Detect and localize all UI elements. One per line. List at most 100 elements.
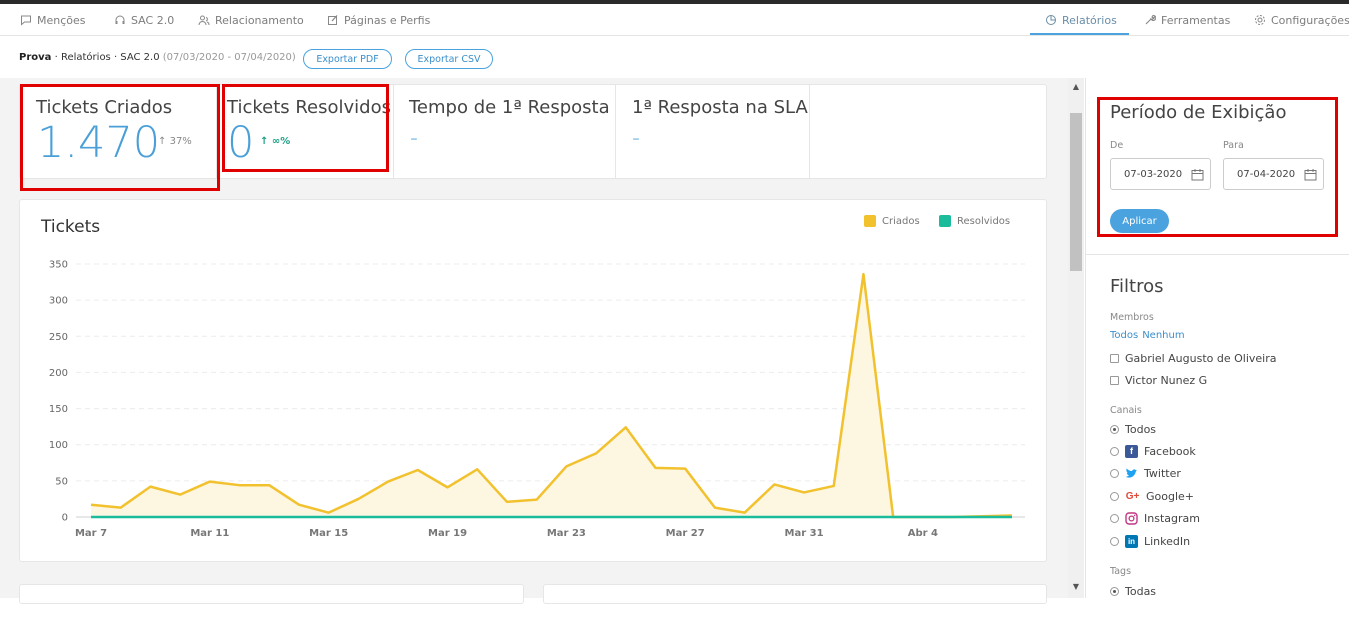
x-tick-label: Mar 7 [75, 528, 107, 539]
radio[interactable] [1110, 424, 1119, 434]
member-option[interactable]: Victor Nunez G [1110, 373, 1207, 387]
channel-option-google-plus[interactable]: G+ Google+ [1110, 489, 1194, 503]
channel-label: Twitter [1144, 466, 1181, 480]
y-tick-label: 300 [49, 296, 68, 307]
tags-label: Tags [1110, 566, 1132, 577]
nav-mencoes-label: Menções [37, 13, 86, 27]
highlight-box [20, 84, 220, 191]
checkbox[interactable] [1110, 353, 1119, 363]
channels-label: Canais [1110, 405, 1142, 416]
tag-label: Todas [1125, 584, 1157, 598]
facebook-icon: f [1125, 444, 1138, 458]
select-all-link[interactable]: Todos [1110, 330, 1138, 341]
scroll-up-arrow-icon[interactable]: ▲ [1071, 82, 1081, 92]
channel-label: Todos [1125, 422, 1157, 436]
x-tick-label: Mar 15 [309, 528, 348, 539]
bottom-card [543, 584, 1047, 604]
scrollbar-thumb[interactable] [1070, 113, 1082, 271]
nav-sac-label: SAC 2.0 [131, 13, 175, 27]
legend-item-criados[interactable]: Criados [864, 215, 920, 227]
channel-option-twitter[interactable]: Twitter [1110, 466, 1181, 480]
legend-label: Criados [882, 215, 920, 227]
y-tick-label: 150 [49, 404, 68, 415]
radio[interactable] [1110, 491, 1119, 501]
legend-swatch [864, 215, 876, 227]
radio[interactable] [1110, 468, 1119, 478]
kpi-title: Tempo de 1ª Resposta [409, 97, 610, 118]
channel-label: LinkedIn [1144, 534, 1191, 548]
x-tick-label: Mar 31 [785, 528, 824, 539]
nav-ferramentas[interactable]: Ferramentas [1144, 4, 1230, 36]
headset-icon [115, 15, 125, 24]
export-csv-button[interactable]: Exportar CSV [405, 49, 493, 69]
export-pdf-button[interactable]: Exportar PDF [303, 49, 392, 69]
breadcrumb-range: (07/03/2020 - 07/04/2020) [162, 52, 296, 63]
chart-title: Tickets [41, 217, 101, 237]
tickets-line-chart: 0 50 100 150 200 250 300 350 Mar 7 Mar 11 Mar 15 Ma… [49, 260, 1025, 539]
nav-ferramentas-label: Ferramentas [1161, 13, 1231, 27]
member-label: Gabriel Augusto de Oliveira [1125, 351, 1277, 365]
kpi-value: - [410, 126, 418, 151]
bottom-card [19, 584, 524, 604]
x-tick-label: Abr 4 [908, 528, 938, 539]
filters-title: Filtros [1110, 276, 1164, 297]
nav-relatorios[interactable]: Relatórios [1045, 4, 1117, 36]
member-option[interactable]: Gabriel Augusto de Oliveira [1110, 351, 1276, 365]
nav-relacionamento[interactable]: Relacionamento [198, 4, 304, 36]
active-tab-indicator [1030, 33, 1129, 35]
chat-icon [21, 15, 31, 26]
x-tick-label: Mar 19 [428, 528, 467, 539]
breadcrumb-account: Prova [19, 52, 52, 63]
twitter-icon [1126, 468, 1138, 478]
tag-option-todas[interactable]: Todas [1110, 584, 1156, 598]
nav-configuracoes-label: Configurações [1271, 13, 1349, 27]
kpi-title: 1ª Resposta na SLA [632, 97, 808, 118]
x-tick-label: Mar 23 [547, 528, 586, 539]
nav-configuracoes[interactable]: Configurações [1254, 4, 1349, 36]
edit-icon [328, 15, 338, 25]
channel-option-instagram[interactable]: Instagram [1110, 511, 1200, 525]
channel-option-linkedin[interactable]: in LinkedIn [1110, 534, 1190, 548]
members-label: Membros [1110, 312, 1154, 323]
instagram-icon [1125, 511, 1138, 525]
y-tick-label: 0 [62, 513, 68, 524]
channel-label: Instagram [1144, 511, 1200, 525]
pie-chart-icon [1046, 15, 1056, 25]
radio[interactable] [1110, 513, 1119, 523]
nav-paginas[interactable]: Páginas e Perfis [327, 4, 430, 36]
breadcrumb: Prova · Relatórios · SAC 2.0 (07/03/2020… [19, 52, 296, 63]
highlight-box [1097, 97, 1338, 237]
channel-label: Facebook [1144, 444, 1196, 458]
y-tick-label: 100 [49, 440, 68, 451]
users-icon [198, 15, 210, 26]
nav-sac[interactable]: SAC 2.0 [114, 4, 174, 36]
select-none-link[interactable]: Nenhum [1142, 330, 1184, 341]
y-tick-label: 50 [55, 476, 68, 487]
radio[interactable] [1110, 536, 1119, 546]
legend-item-resolvidos[interactable]: Resolvidos [939, 215, 1010, 227]
members-select-links: Todos Nenhum [1110, 330, 1189, 341]
linkedin-icon: in [1125, 534, 1138, 548]
radio[interactable] [1110, 586, 1119, 596]
y-tick-label: 200 [49, 368, 68, 379]
radio[interactable] [1110, 446, 1119, 456]
highlight-box [222, 84, 389, 172]
nav-relacionamento-label: Relacionamento [215, 13, 304, 27]
member-label: Victor Nunez G [1125, 373, 1208, 387]
nav-paginas-label: Páginas e Perfis [344, 13, 431, 27]
breadcrumb-path: · Relatórios · SAC 2.0 [54, 52, 160, 63]
checkbox[interactable] [1110, 375, 1119, 385]
legend-swatch [939, 215, 951, 227]
channel-option-facebook[interactable]: f Facebook [1110, 444, 1196, 458]
legend-label: Resolvidos [957, 215, 1011, 227]
y-tick-label: 350 [49, 260, 68, 271]
kpi-value: - [632, 126, 640, 151]
google-plus-icon: G+ [1125, 490, 1140, 502]
sidebar-divider [1086, 254, 1349, 255]
channel-option-todos[interactable]: Todos [1110, 422, 1156, 436]
top-navigation: Menções SAC 2.0 Relacionamento Páginas e… [0, 4, 1349, 36]
nav-mencoes[interactable]: Menções [20, 4, 86, 36]
scroll-down-arrow-icon[interactable]: ▼ [1071, 582, 1081, 592]
channel-label: Google+ [1146, 489, 1195, 503]
x-tick-label: Mar 27 [666, 528, 705, 539]
